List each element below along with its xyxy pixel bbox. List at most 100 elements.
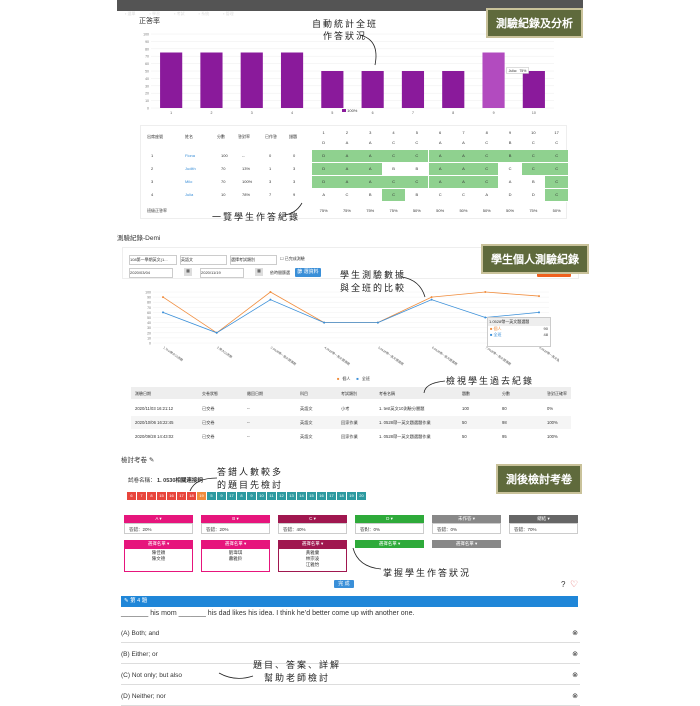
- answer-cell: C: [521, 163, 545, 176]
- submit-button[interactable]: 完 成: [334, 580, 354, 588]
- note-arrow-6: [352, 547, 382, 570]
- bar-5: [321, 71, 344, 108]
- answer-cell: D: [312, 150, 336, 163]
- calendar-icon[interactable]: ▦: [255, 268, 263, 276]
- legend-label: 全班: [361, 376, 370, 381]
- option-header[interactable]: 總結 ▾: [509, 515, 578, 523]
- question-number-button[interactable]: 14: [297, 492, 306, 500]
- table-cell: 9: [293, 192, 296, 197]
- choice-text: (D) Neither; nor: [121, 693, 166, 700]
- option-header[interactable]: A ▾: [124, 515, 193, 523]
- question-number-button[interactable]: 19: [347, 492, 356, 500]
- table-cell: 13%: [242, 166, 251, 171]
- nav-item[interactable]: ▪ 選單: [125, 11, 136, 17]
- table-header: 出席座號: [147, 134, 163, 139]
- question-number-button[interactable]: 8: [147, 492, 156, 500]
- bar-10: [522, 71, 545, 108]
- data-point: [538, 311, 540, 314]
- question-number-button[interactable]: 7: [137, 492, 146, 500]
- student-name-list: 黃雅蘭 林宗凌 江雅怡: [278, 548, 347, 572]
- calendar-icon[interactable]: ▦: [184, 268, 192, 276]
- range-label: 依時間篩選: [270, 270, 290, 275]
- answer-key: C: [392, 140, 395, 145]
- table-cell: 英語文: [300, 420, 313, 425]
- choice-row[interactable]: (A) Both; and ⊗: [121, 626, 580, 643]
- x-tick-label: 1: [170, 111, 172, 115]
- option-header[interactable]: C ▾: [278, 515, 347, 523]
- option-header[interactable]: 未作答 ▾: [432, 515, 501, 523]
- table-cell[interactable]: Fiona: [185, 153, 195, 158]
- option-header[interactable]: B ▾: [201, 515, 270, 523]
- answer-cell: A: [358, 176, 382, 189]
- answer-key: A: [462, 140, 465, 145]
- question-number-button[interactable]: 18: [337, 492, 346, 500]
- answer-cell: D: [312, 176, 336, 189]
- question-number-button[interactable]: 16: [167, 492, 176, 500]
- line-legend: ■ 個人 ■ 全班: [337, 376, 376, 382]
- question-number-button[interactable]: 13: [287, 492, 296, 500]
- question-number-button[interactable]: 11: [267, 492, 276, 500]
- search-button[interactable]: 篩 選資料: [295, 268, 321, 277]
- y-tick-label: 90: [145, 40, 149, 44]
- date-to[interactable]: 2020/11/19: [200, 268, 244, 278]
- choice-row[interactable]: (D) Neither; nor ⊗: [121, 689, 580, 706]
- answer-cell: C: [475, 163, 499, 176]
- question-number-button[interactable]: 17: [327, 492, 336, 500]
- course-select[interactable]: 108第一學期英文(1...: [129, 255, 177, 265]
- badge-analysis: 測驗紀錄及分析: [486, 8, 583, 38]
- remove-icon[interactable]: ⊗: [572, 668, 578, 684]
- question-header: 5: [415, 130, 418, 135]
- choice-text: (A) Both; and: [121, 630, 160, 637]
- question-number-button[interactable]: 12: [277, 492, 286, 500]
- question-number-button[interactable]: 8: [237, 492, 246, 500]
- help-icon[interactable]: ?: [561, 580, 565, 589]
- question-header: 10: [531, 130, 536, 135]
- option-header[interactable]: D ▾: [355, 515, 424, 523]
- question-number-button[interactable]: 10: [257, 492, 266, 500]
- completed-checkbox[interactable]: ☐ 已完成測驗: [280, 256, 305, 262]
- table-cell: 80: [502, 406, 507, 411]
- subject-select[interactable]: 英語文: [180, 255, 227, 265]
- table-header: 考卷名稱: [379, 391, 395, 396]
- heart-icon[interactable]: ♡: [570, 579, 578, 590]
- answer-cell: A: [312, 189, 336, 202]
- question-number-button[interactable]: 6: [127, 492, 136, 500]
- date-from[interactable]: 2020/03/04: [129, 268, 173, 278]
- answer-cell: C: [545, 176, 569, 189]
- remove-icon[interactable]: ⊗: [572, 689, 578, 705]
- table-cell[interactable]: Julia: [185, 192, 193, 197]
- question-number-button[interactable]: 15: [307, 492, 316, 500]
- nav-item[interactable]: ▪ 系統: [199, 11, 210, 17]
- student-list-button[interactable]: 選擇名單 ▾: [278, 540, 347, 548]
- nav-item[interactable]: ▪ 管理: [223, 11, 234, 17]
- student-list-button[interactable]: 選擇名單 ▾: [124, 540, 193, 548]
- answer-cell: D: [521, 189, 545, 202]
- table-header: 答對率: [238, 134, 250, 139]
- student-list-button[interactable]: 選擇名單 ▾: [201, 540, 270, 548]
- remove-icon[interactable]: ⊗: [572, 626, 578, 642]
- choice-row[interactable]: (C) Not only; but also ⊗: [121, 668, 580, 685]
- table-cell: --: [247, 406, 250, 411]
- choice-text: (C) Not only; but also: [121, 672, 183, 679]
- choice-row[interactable]: (B) Either; or ⊗: [121, 647, 580, 664]
- note-student-compare: 學生測驗數據 與全班的比較: [340, 271, 407, 294]
- question-number-button[interactable]: 15: [157, 492, 166, 500]
- table-cell: 50: [462, 434, 467, 439]
- question-number-button[interactable]: 20: [357, 492, 366, 500]
- checkbox-label: 已完成測驗: [284, 256, 305, 261]
- answer-key: A: [345, 140, 349, 145]
- table-header: 分數: [502, 391, 510, 396]
- table-cell[interactable]: Judith: [185, 166, 196, 171]
- question-number-button[interactable]: 17: [227, 492, 236, 500]
- nav-item[interactable]: ▪ 考試: [174, 11, 185, 17]
- table-cell[interactable]: Milo: [185, 179, 192, 184]
- chart-legend: 100%: [342, 108, 357, 113]
- remove-icon[interactable]: ⊗: [572, 647, 578, 663]
- bar-2: [200, 52, 223, 108]
- question-header: 6: [439, 130, 442, 135]
- question-number-button[interactable]: 16: [317, 492, 326, 500]
- student-list-button[interactable]: 選擇名單 ▾: [432, 540, 501, 548]
- type-select[interactable]: 選擇考試類別: [230, 255, 277, 265]
- question-number-button[interactable]: 9: [247, 492, 256, 500]
- x-tick-label: 2: [210, 111, 212, 115]
